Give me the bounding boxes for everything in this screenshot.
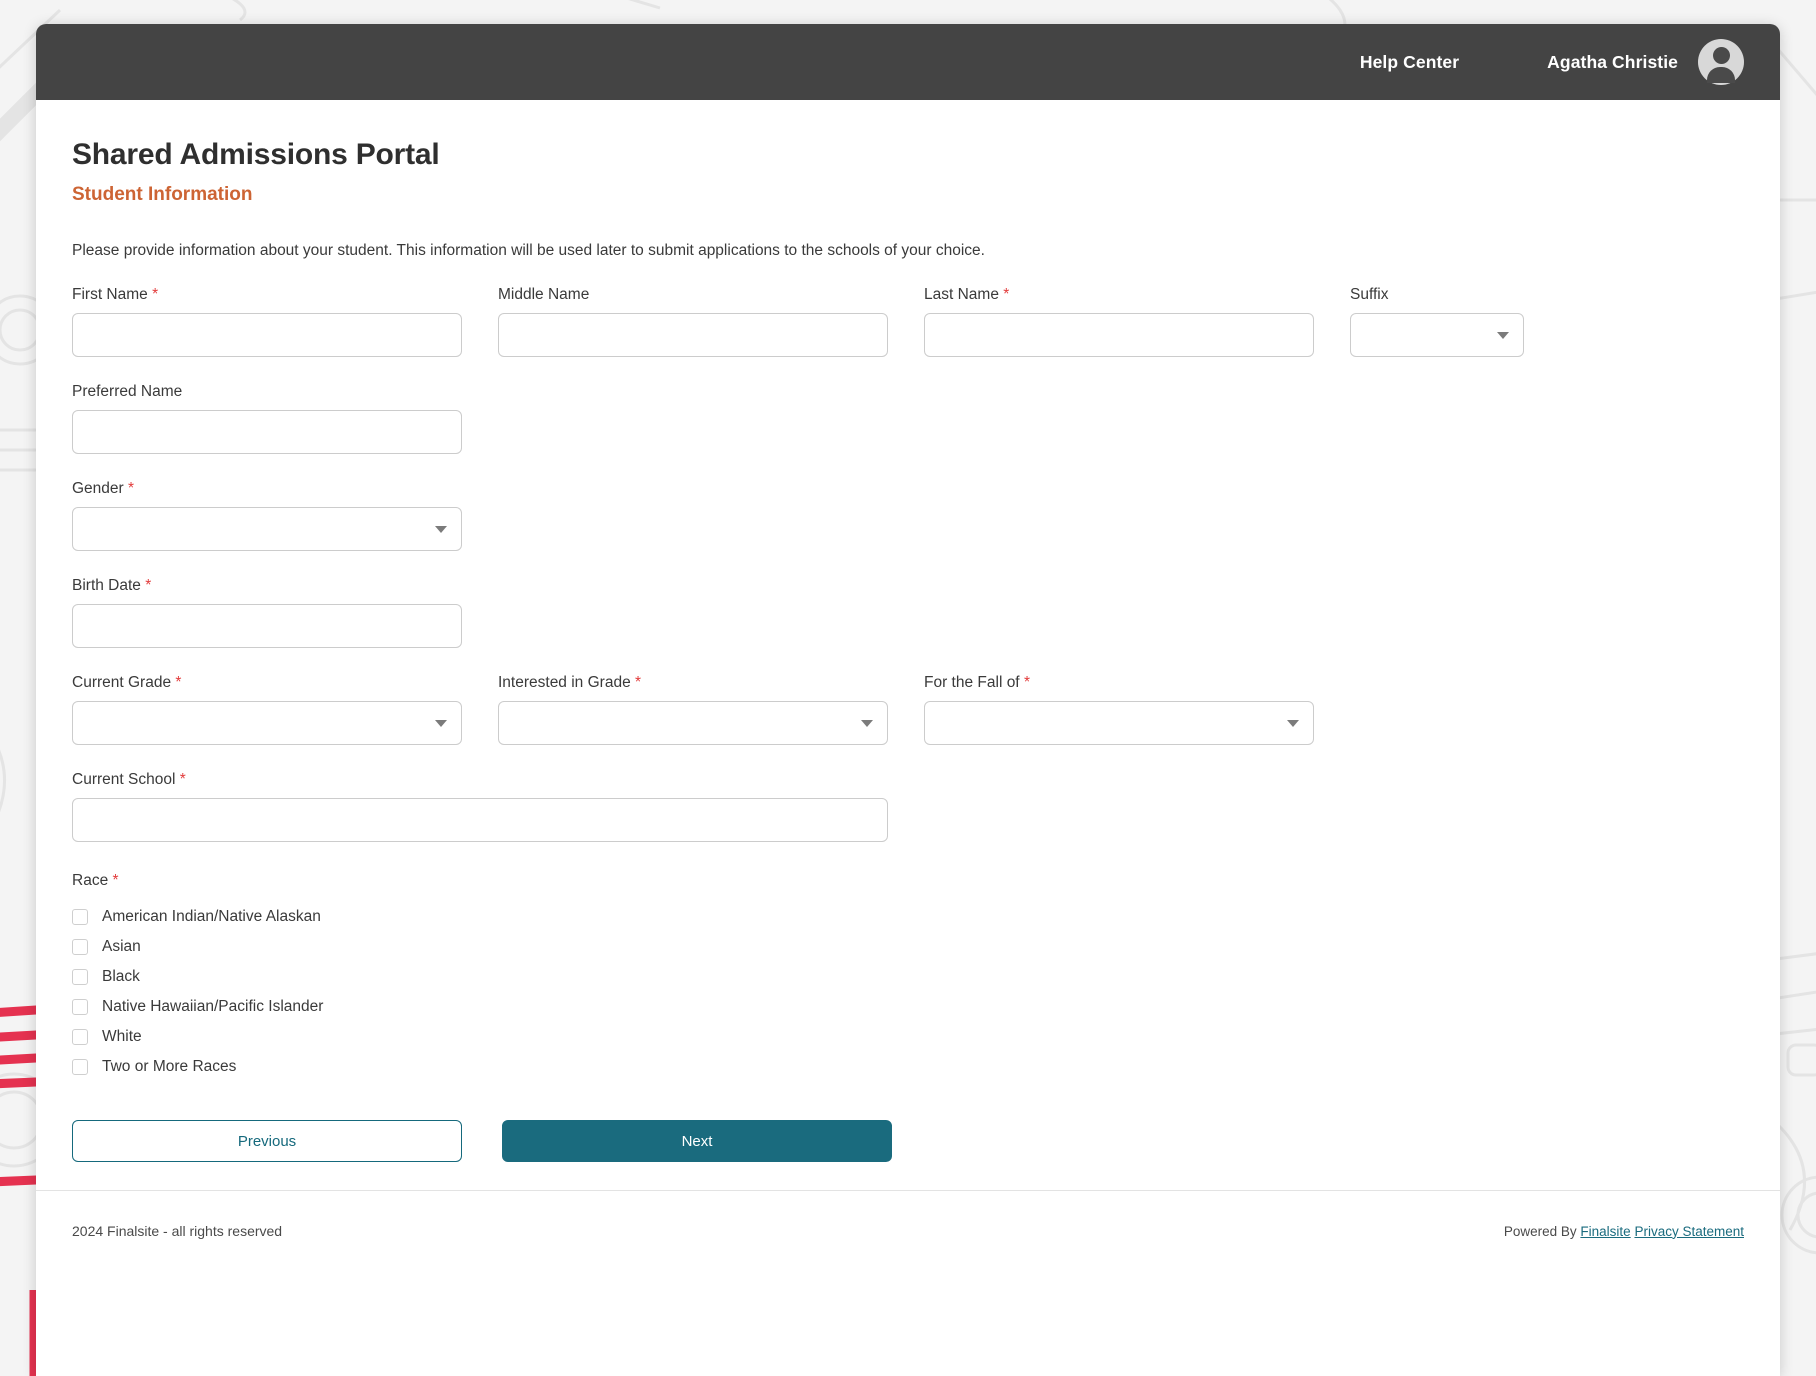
powered-by-prefix: Powered By: [1504, 1224, 1577, 1239]
page-content: Shared Admissions Portal Student Informa…: [36, 138, 1780, 1162]
chevron-down-icon: [861, 720, 873, 727]
form-row-preferred-name: Preferred Name: [72, 383, 1744, 454]
race-option-label[interactable]: White: [102, 1028, 142, 1046]
form-navigation-buttons: Previous Next: [72, 1120, 1744, 1162]
last-name-label: Last Name *: [924, 286, 1314, 304]
checkbox-two-or-more-races[interactable]: [72, 1059, 88, 1075]
birth-date-input[interactable]: [72, 604, 462, 648]
first-name-input[interactable]: [72, 313, 462, 357]
field-current-grade: Current Grade *: [72, 674, 462, 745]
powered-by-text: Powered By Finalsite Privacy Statement: [1504, 1224, 1744, 1239]
chevron-down-icon: [435, 720, 447, 727]
field-interested-grade: Interested in Grade *: [498, 674, 888, 745]
suffix-label: Suffix: [1350, 286, 1524, 304]
race-option-white[interactable]: White: [72, 1022, 1744, 1052]
suffix-select[interactable]: [1350, 313, 1524, 357]
field-first-name: First Name *: [72, 286, 462, 357]
app-card: Help Center Agatha Christie Shared Admis…: [36, 24, 1780, 1376]
last-name-input[interactable]: [924, 313, 1314, 357]
birth-date-label: Birth Date *: [72, 577, 462, 595]
field-middle-name: Middle Name: [498, 286, 888, 357]
required-marker: *: [1003, 286, 1009, 303]
field-for-the-fall-of: For the Fall of *: [924, 674, 1314, 745]
race-option-native-hawaiian[interactable]: Native Hawaiian/Pacific Islander: [72, 992, 1744, 1022]
race-option-label[interactable]: Asian: [102, 938, 141, 956]
current-school-input[interactable]: [72, 798, 888, 842]
first-name-label: First Name *: [72, 286, 462, 304]
page-footer: 2024 Finalsite - all rights reserved Pow…: [36, 1191, 1780, 1271]
gender-select[interactable]: [72, 507, 462, 551]
checkbox-black[interactable]: [72, 969, 88, 985]
privacy-statement-link[interactable]: Privacy Statement: [1634, 1224, 1744, 1239]
checkbox-white[interactable]: [72, 1029, 88, 1045]
gender-label: Gender *: [72, 480, 462, 498]
avatar-head-shape: [1713, 47, 1730, 64]
avatar-body-shape: [1707, 67, 1735, 83]
required-marker: *: [113, 872, 119, 889]
race-option-label[interactable]: American Indian/Native Alaskan: [102, 908, 321, 926]
page-subtitle: Student Information: [72, 184, 1744, 206]
field-current-school: Current School *: [72, 771, 888, 842]
form-row-current-school: Current School *: [72, 771, 1744, 842]
race-option-black[interactable]: Black: [72, 962, 1744, 992]
field-suffix: Suffix: [1350, 286, 1524, 357]
required-marker: *: [145, 577, 151, 594]
form-row-grades: Current Grade * Interested in Grade *: [72, 674, 1744, 745]
interested-grade-select[interactable]: [498, 701, 888, 745]
form-row-names: First Name * Middle Name Last Name * Suf…: [72, 286, 1744, 357]
user-avatar-icon[interactable]: [1698, 39, 1744, 85]
race-option-two-or-more[interactable]: Two or More Races: [72, 1052, 1744, 1082]
race-option-asian[interactable]: Asian: [72, 932, 1744, 962]
preferred-name-label: Preferred Name: [72, 383, 462, 401]
field-preferred-name: Preferred Name: [72, 383, 462, 454]
required-marker: *: [128, 480, 134, 497]
middle-name-label: Middle Name: [498, 286, 888, 304]
field-birth-date: Birth Date *: [72, 577, 462, 648]
user-name-label[interactable]: Agatha Christie: [1547, 52, 1678, 73]
help-center-link[interactable]: Help Center: [1360, 52, 1459, 73]
previous-button[interactable]: Previous: [72, 1120, 462, 1162]
next-button[interactable]: Next: [502, 1120, 892, 1162]
current-grade-select[interactable]: [72, 701, 462, 745]
field-gender: Gender *: [72, 480, 462, 551]
form-row-gender: Gender *: [72, 480, 1744, 551]
top-navigation-bar: Help Center Agatha Christie: [36, 24, 1780, 100]
required-marker: *: [635, 674, 641, 691]
required-marker: *: [1024, 674, 1030, 691]
required-marker: *: [175, 674, 181, 691]
intro-description: Please provide information about your st…: [72, 242, 1744, 260]
interested-grade-label: Interested in Grade *: [498, 674, 888, 692]
copyright-text: 2024 Finalsite - all rights reserved: [72, 1223, 282, 1239]
race-option-label[interactable]: Two or More Races: [102, 1058, 236, 1076]
required-marker: *: [180, 771, 186, 788]
for-the-fall-of-label: For the Fall of *: [924, 674, 1314, 692]
preferred-name-input[interactable]: [72, 410, 462, 454]
finalsite-link[interactable]: Finalsite: [1580, 1224, 1630, 1239]
page-title: Shared Admissions Portal: [72, 138, 1744, 172]
race-group-label: Race *: [72, 872, 1744, 890]
race-checkbox-group: Race * American Indian/Native Alaskan As…: [72, 872, 1744, 1082]
current-school-label: Current School *: [72, 771, 888, 789]
required-marker: *: [152, 286, 158, 303]
checkbox-asian[interactable]: [72, 939, 88, 955]
checkbox-native-hawaiian[interactable]: [72, 999, 88, 1015]
chevron-down-icon: [1287, 720, 1299, 727]
race-option-label[interactable]: Black: [102, 968, 140, 986]
current-grade-label: Current Grade *: [72, 674, 462, 692]
race-option-label[interactable]: Native Hawaiian/Pacific Islander: [102, 998, 323, 1016]
checkbox-american-indian[interactable]: [72, 909, 88, 925]
field-last-name: Last Name *: [924, 286, 1314, 357]
for-the-fall-of-select[interactable]: [924, 701, 1314, 745]
form-row-birth-date: Birth Date *: [72, 577, 1744, 648]
chevron-down-icon: [1497, 332, 1509, 339]
chevron-down-icon: [435, 526, 447, 533]
middle-name-input[interactable]: [498, 313, 888, 357]
race-option-american-indian[interactable]: American Indian/Native Alaskan: [72, 902, 1744, 932]
